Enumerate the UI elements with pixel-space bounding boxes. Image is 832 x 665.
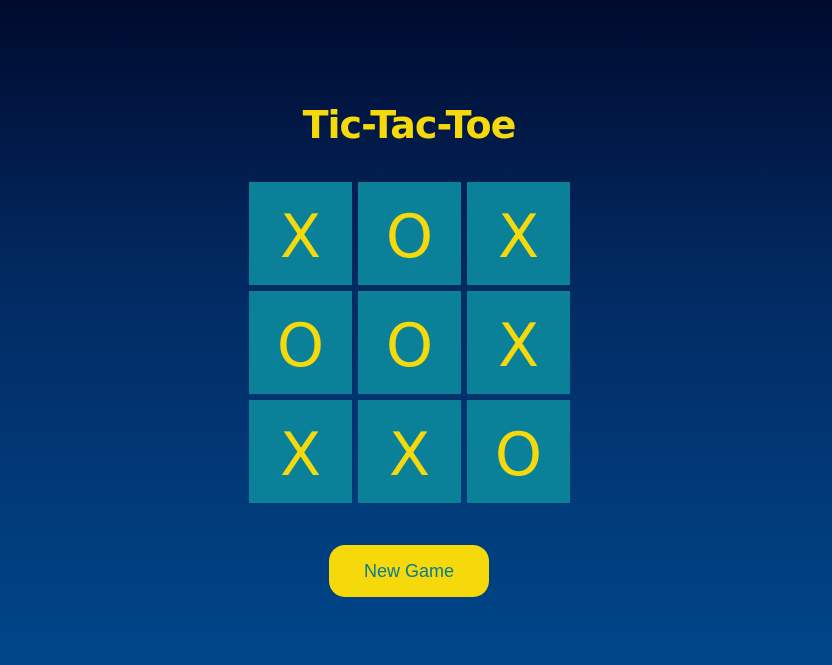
board-cell-5[interactable]: O: [358, 291, 461, 394]
board-cell-4[interactable]: O: [249, 291, 352, 394]
new-game-button[interactable]: New Game: [329, 545, 489, 597]
board-cell-9[interactable]: O: [467, 400, 570, 503]
board-cell-3[interactable]: X: [467, 182, 570, 285]
board-cell-2[interactable]: O: [358, 182, 461, 285]
board-cell-6[interactable]: X: [467, 291, 570, 394]
board-cell-1[interactable]: X: [249, 182, 352, 285]
game-title: Tic-Tac-Toe: [302, 103, 517, 147]
game-board: X O X O O X X X O: [249, 182, 570, 503]
board-cell-8[interactable]: X: [358, 400, 461, 503]
board-cell-7[interactable]: X: [249, 400, 352, 503]
